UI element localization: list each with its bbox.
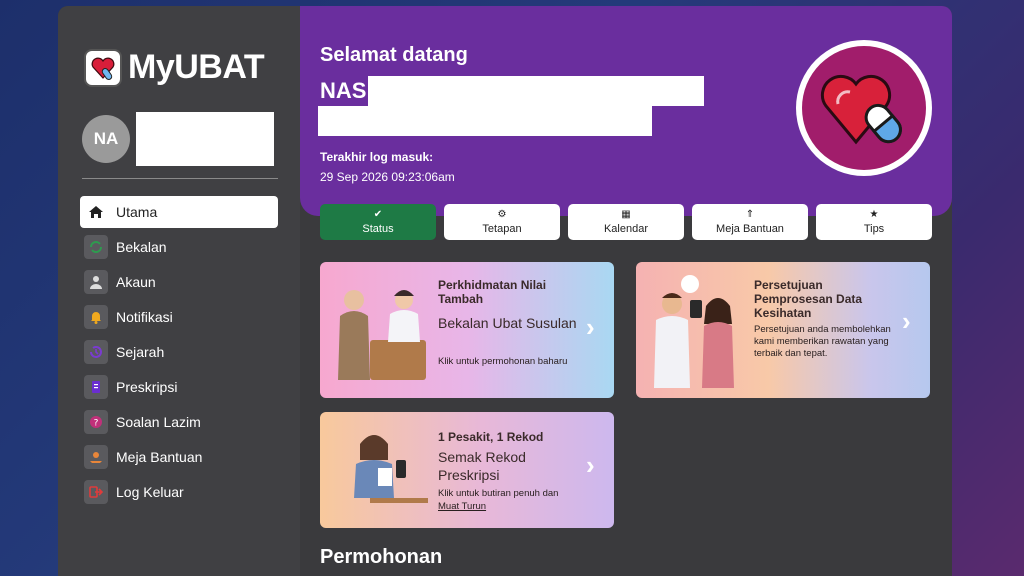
calendar-icon: ▦ [621, 209, 631, 220]
last-login-label: Terakhir log masuk: [320, 150, 434, 164]
sidebar-item-notifikasi[interactable]: Notifikasi [80, 301, 278, 333]
sidebar-item-utama[interactable]: Utama [80, 196, 278, 228]
chevron-right-icon: › [902, 306, 911, 336]
sidebar-item-log-keluar[interactable]: Log Keluar [80, 476, 278, 508]
tab-label: Tetapan [482, 223, 522, 235]
sidebar-menu: Utama Bekalan Akaun Notifikasi Sejarah P… [80, 196, 278, 511]
app-window: MyUBAT NA Utama Bekalan Akaun Notifikasi… [58, 6, 952, 576]
gear-icon: ⚙ [497, 209, 507, 220]
tab-kalendar[interactable]: ▦ Kalendar [568, 204, 684, 240]
consent-handshake-illustration-icon [654, 275, 734, 388]
sidebar-item-label: Log Keluar [116, 484, 184, 500]
logo-text: MyUBAT [128, 48, 265, 86]
section-title-permohonan: Permohonan [320, 546, 443, 568]
tab-tips[interactable]: ★ Tips [816, 204, 932, 240]
redacted-username [136, 112, 274, 166]
sidebar-item-label: Sejarah [116, 344, 165, 360]
tab-meja-bantuan[interactable]: ⇑ Meja Bantuan [692, 204, 808, 240]
card-description: Persetujuan anda membolehkan kami member… [754, 324, 891, 359]
card-title: Persetujuan Pemprosesan Data Kesihatan [754, 278, 863, 320]
helpdesk-icon: ⇑ [745, 209, 755, 220]
sidebar-item-label: Bekalan [116, 239, 167, 255]
download-link[interactable]: Muat Turun [438, 501, 486, 513]
card-semak-rekod-preskripsi[interactable]: 1 Pesakit, 1 Rekod Semak Rekod Preskrips… [320, 412, 614, 528]
sidebar-item-label: Meja Bantuan [116, 449, 203, 465]
supply-icon [84, 235, 108, 259]
card-persetujuan-data[interactable]: Persetujuan Pemprosesan Data Kesihatan P… [636, 262, 930, 398]
star-icon: ★ [869, 209, 879, 220]
prescription-icon [84, 375, 108, 399]
chevron-right-icon: › [586, 312, 595, 342]
card-description: Klik untuk permohonan baharu [438, 356, 568, 367]
sidebar-divider [82, 178, 278, 179]
chevron-right-icon: › [586, 450, 595, 480]
sidebar-item-akaun[interactable]: Akaun [80, 266, 278, 298]
sidebar-item-label: Soalan Lazim [116, 414, 201, 430]
logout-icon [84, 480, 108, 504]
sidebar-item-sejarah[interactable]: Sejarah [80, 336, 278, 368]
user-name: NAS [320, 78, 367, 103]
welcome-heading: Selamat datang [320, 44, 468, 66]
heart-pill-badge-icon [796, 40, 932, 176]
redacted-name [368, 76, 705, 106]
tab-label: Tips [863, 223, 885, 235]
faq-icon: ? [84, 410, 108, 434]
tab-bar: ✔ Status ⚙ Tetapan ▦ Kalendar ⇑ Meja Ban… [320, 204, 940, 240]
app-logo[interactable]: MyUBAT [84, 48, 265, 87]
card-subtitle: Bekalan Ubat Susulan [438, 315, 577, 331]
sidebar-item-soalan-lazim[interactable]: ? Soalan Lazim [80, 406, 278, 438]
logo-heart-icon [84, 48, 122, 87]
check-circle-icon: ✔ [373, 209, 383, 220]
pharmacist-illustration-icon [338, 290, 426, 380]
history-icon [84, 340, 108, 364]
tab-tetapan[interactable]: ⚙ Tetapan [444, 204, 560, 240]
card-description: Klik untuk butiran penuh dan [438, 488, 559, 499]
card-subtitle: Semak Rekod Preskripsi [438, 449, 526, 483]
card-title: 1 Pesakit, 1 Rekod [438, 430, 544, 444]
tab-label: Kalendar [603, 223, 649, 235]
svg-text:?: ? [94, 419, 99, 429]
sidebar-item-label: Notifikasi [116, 309, 173, 325]
sidebar-item-bekalan[interactable]: Bekalan [80, 231, 278, 263]
sidebar-item-meja-bantuan[interactable]: Meja Bantuan [80, 441, 278, 473]
sidebar-item-preskripsi[interactable]: Preskripsi [80, 371, 278, 403]
card-title: Perkhidmatan Nilai Tambah [438, 278, 547, 306]
tab-label: Status [362, 223, 394, 235]
main-content: Selamat datang NAS Terakhir log masuk: 2… [300, 6, 952, 576]
helpdesk-icon [84, 445, 108, 469]
sidebar-item-label: Preskripsi [116, 379, 178, 395]
redacted-name-line2 [318, 106, 652, 136]
person-icon [84, 270, 108, 294]
sidebar-item-label: Utama [116, 204, 158, 220]
tab-status[interactable]: ✔ Status [320, 204, 436, 240]
avatar[interactable]: NA [82, 115, 130, 163]
user-profile: NA [82, 112, 274, 166]
sidebar-item-label: Akaun [116, 274, 156, 290]
welcome-banner: Selamat datang NAS Terakhir log masuk: 2… [300, 6, 952, 216]
tab-label: Meja Bantuan [716, 223, 784, 235]
home-icon [84, 200, 108, 224]
bell-icon [84, 305, 108, 329]
patient-phone-illustration-icon [354, 435, 428, 503]
last-login-value: 29 Sep 2026 09:23:06am [320, 170, 455, 184]
sidebar: MyUBAT NA Utama Bekalan Akaun Notifikasi… [58, 6, 300, 576]
user-name-row: NAS [320, 76, 705, 106]
card-bekalan-ubat-susulan[interactable]: Perkhidmatan Nilai Tambah Bekalan Ubat S… [320, 262, 614, 398]
